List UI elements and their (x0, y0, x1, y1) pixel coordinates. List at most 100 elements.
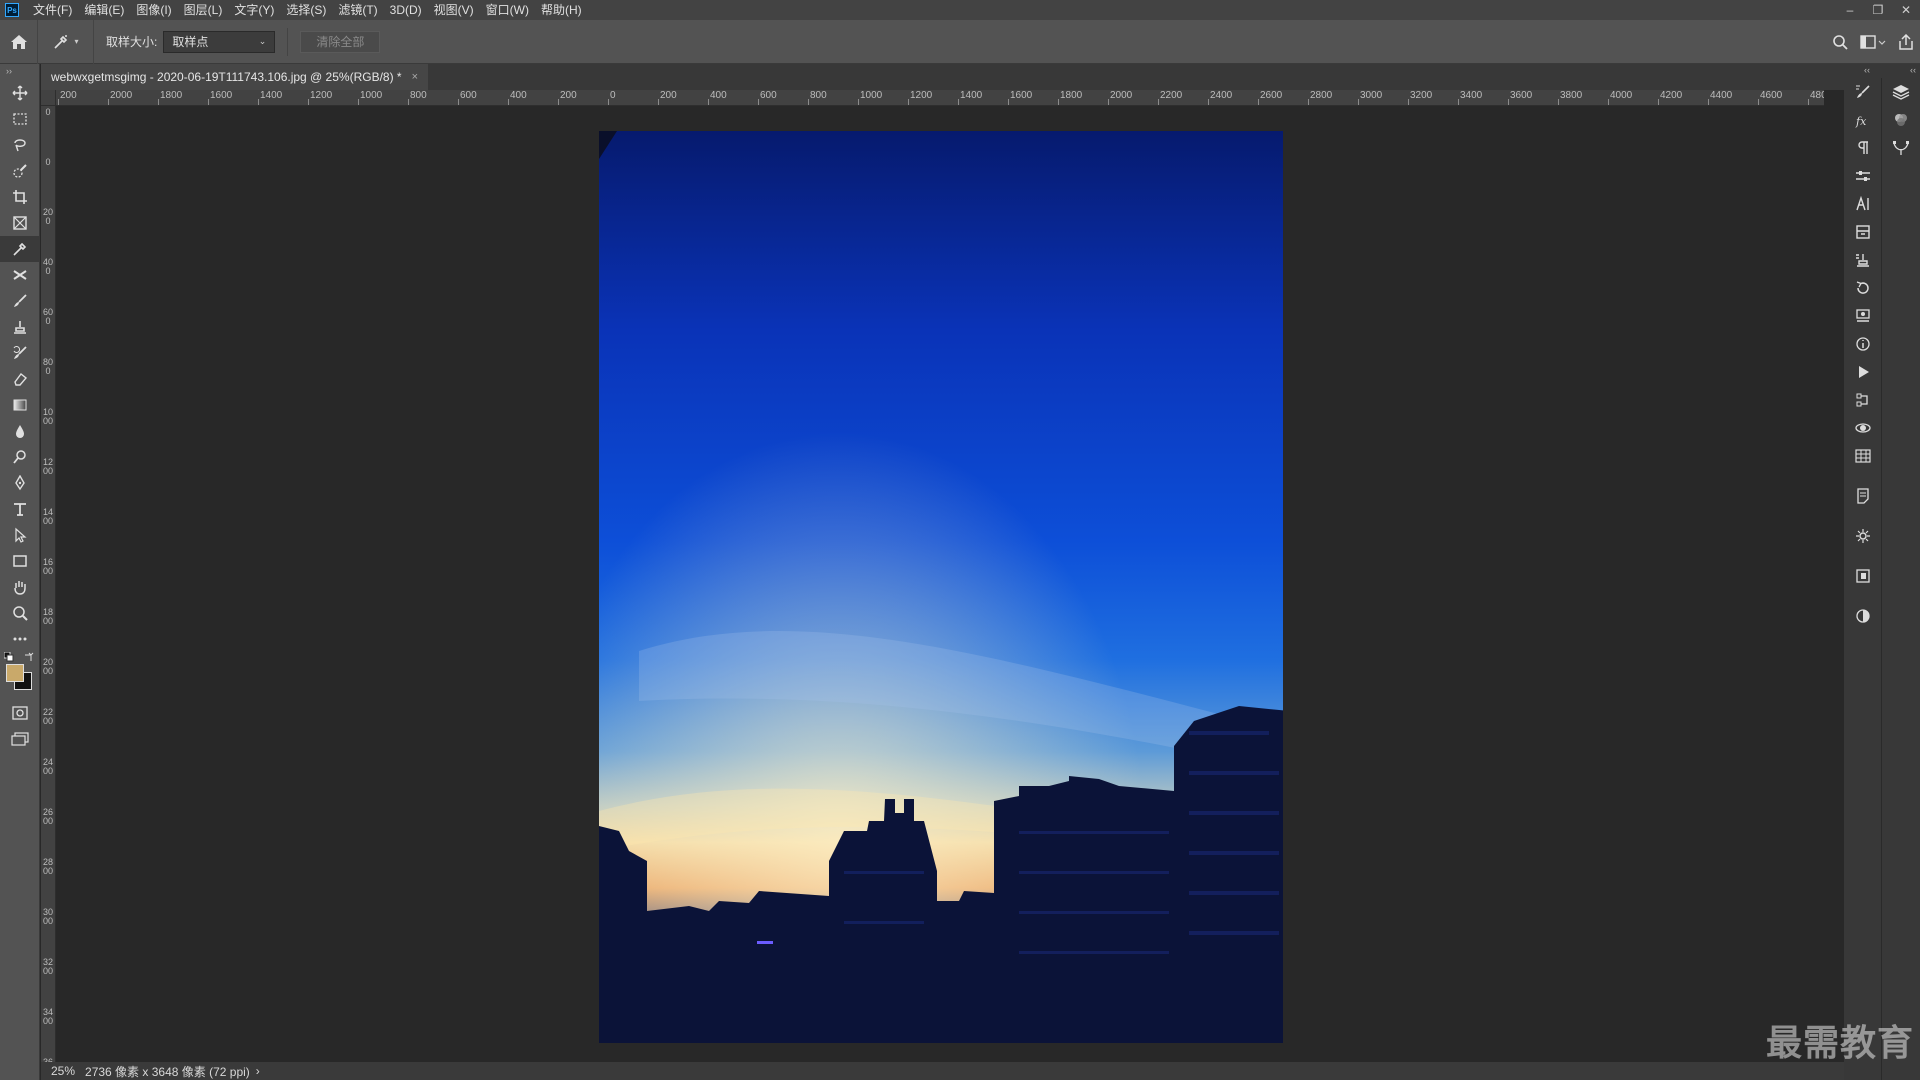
panel-icon-column: fx (1844, 78, 1882, 1080)
history-icon (1856, 281, 1869, 294)
timeline-panel[interactable] (1844, 522, 1882, 550)
adjustments-panel[interactable] (1844, 162, 1882, 190)
workspace-icon[interactable] (1860, 34, 1886, 50)
document-tab[interactable]: webwxgetmsgimg - 2020-06-19T111743.106.j… (41, 64, 429, 90)
status-menu-arrow-icon[interactable]: › (256, 1064, 260, 1078)
clear-all-button[interactable]: 清除全部 (300, 30, 381, 53)
menu-image[interactable]: 图像(I) (130, 0, 177, 20)
more-tools[interactable] (0, 626, 40, 652)
close-tab-icon[interactable]: × (412, 71, 418, 83)
crop-tool[interactable] (0, 184, 40, 210)
paths-panel-secondary[interactable] (1882, 134, 1920, 162)
blur-tool[interactable] (0, 418, 40, 444)
ruler-label: 2200 (1160, 90, 1183, 101)
zoom-level[interactable]: 25% (41, 1064, 85, 1078)
document-image[interactable] (599, 131, 1283, 1043)
restore-button[interactable]: ❐ (1864, 0, 1892, 20)
collapse-toolbar-icon[interactable]: ›› (0, 64, 39, 80)
share-icon[interactable] (1898, 34, 1914, 50)
home-button[interactable] (0, 19, 38, 64)
layers-panel[interactable] (1882, 78, 1920, 106)
ruler-label: 2000 (110, 90, 133, 101)
menu-help[interactable]: 帮助(H) (535, 0, 588, 20)
quick-select-tool[interactable] (0, 158, 40, 184)
ruler-origin[interactable] (41, 90, 56, 106)
history-panel[interactable] (1844, 274, 1882, 302)
menu-select[interactable]: 选择(S) (280, 0, 332, 20)
rectangle-icon (13, 555, 27, 567)
ruler-tick (1258, 99, 1259, 105)
ruler-tick (358, 99, 359, 105)
measurement-log-panel[interactable] (1844, 442, 1882, 470)
sample-size-select[interactable]: 取样点 ⌄ (163, 30, 276, 53)
default-colors-icon[interactable] (4, 652, 14, 662)
ruler-tick (1208, 99, 1209, 105)
collapse-panels-icon[interactable]: ‹‹ (1864, 65, 1870, 75)
history-brush-tool[interactable] (0, 340, 40, 366)
vertical-ruler[interactable]: 0 0 200 400 600 800 1000 1200 1400 1600 1800 2000 22… (41, 106, 56, 1062)
gradient-tool[interactable] (0, 392, 40, 418)
eraser-tool[interactable] (0, 366, 40, 392)
menu-window[interactable]: 窗口(W) (480, 0, 535, 20)
menu-layer[interactable]: 图层(L) (178, 0, 229, 20)
quick-mask-button[interactable] (0, 700, 40, 726)
paragraph-panel[interactable] (1844, 134, 1882, 162)
rectangle-tool[interactable] (0, 548, 40, 574)
menu-3d[interactable]: 3D(D) (384, 0, 428, 20)
collapse-panels-icon[interactable]: ‹‹ (1910, 65, 1916, 75)
history-brush-icon (13, 346, 27, 359)
stamp-tool[interactable] (0, 314, 40, 340)
tool-preset-picker[interactable]: ▾ (38, 19, 94, 64)
frame-tool[interactable] (0, 210, 40, 236)
actions-panel[interactable] (1844, 358, 1882, 386)
ruler-label: 800 (43, 357, 54, 376)
path-select-tool[interactable] (0, 522, 40, 548)
ruler-tick (1458, 99, 1459, 105)
ruler-label: 0 (45, 157, 51, 167)
notes-panel[interactable] (1844, 482, 1882, 510)
hand-tool[interactable] (0, 574, 40, 600)
brush-settings-panel[interactable] (1844, 78, 1882, 106)
lasso-tool[interactable] (0, 132, 40, 158)
panel-collapse-bar[interactable]: ‹‹ ‹‹ (1844, 64, 1920, 78)
eyedropper-tool[interactable] (0, 236, 40, 262)
ruler-tick (258, 99, 259, 105)
close-button[interactable]: ✕ (1892, 0, 1920, 20)
menu-file[interactable]: 文件(F) (27, 0, 78, 20)
paths-panel[interactable] (1844, 386, 1882, 414)
horizontal-ruler[interactable]: 200 2000 1800 1600 1400 1200 1000 800 600 400 200 0… (56, 90, 1824, 106)
menu-view[interactable]: 视图(V) (428, 0, 480, 20)
libraries-panel[interactable] (1844, 218, 1882, 246)
options-right-icons (1832, 20, 1914, 64)
brush-tool[interactable] (0, 288, 40, 314)
3d-panel[interactable] (1844, 414, 1882, 442)
tool-presets-panel[interactable] (1844, 302, 1882, 330)
dodge-tool[interactable] (0, 444, 40, 470)
character-panel[interactable] (1844, 190, 1882, 218)
info-panel[interactable] (1844, 330, 1882, 358)
channels-panel[interactable] (1882, 106, 1920, 134)
clone-source-panel[interactable] (1844, 246, 1882, 274)
menu-filter[interactable]: 滤镜(T) (332, 0, 383, 20)
screen-mode-button[interactable] (0, 726, 40, 752)
search-icon[interactable] (1832, 34, 1848, 50)
styles-panel[interactable]: fx (1844, 106, 1882, 134)
foreground-color-swatch[interactable] (6, 664, 24, 682)
move-tool[interactable] (0, 80, 40, 106)
menu-type[interactable]: 文字(Y) (228, 0, 280, 20)
divider (287, 27, 289, 56)
type-tool[interactable] (0, 496, 40, 522)
pen-tool[interactable] (0, 470, 40, 496)
color-panel[interactable] (1844, 602, 1882, 630)
zoom-tool[interactable] (0, 600, 40, 626)
paragraph-icon (1858, 141, 1868, 154)
canvas-area[interactable] (56, 106, 1824, 1062)
minimize-button[interactable]: – (1836, 0, 1864, 20)
photoshop-logo-icon: Ps (5, 3, 19, 17)
healing-tool[interactable] (0, 262, 40, 288)
glyphs-panel[interactable] (1844, 562, 1882, 590)
paths-icon (1856, 393, 1868, 407)
marquee-tool[interactable] (0, 106, 40, 132)
swap-colors-icon[interactable] (24, 652, 34, 662)
menu-edit[interactable]: 编辑(E) (78, 0, 130, 20)
